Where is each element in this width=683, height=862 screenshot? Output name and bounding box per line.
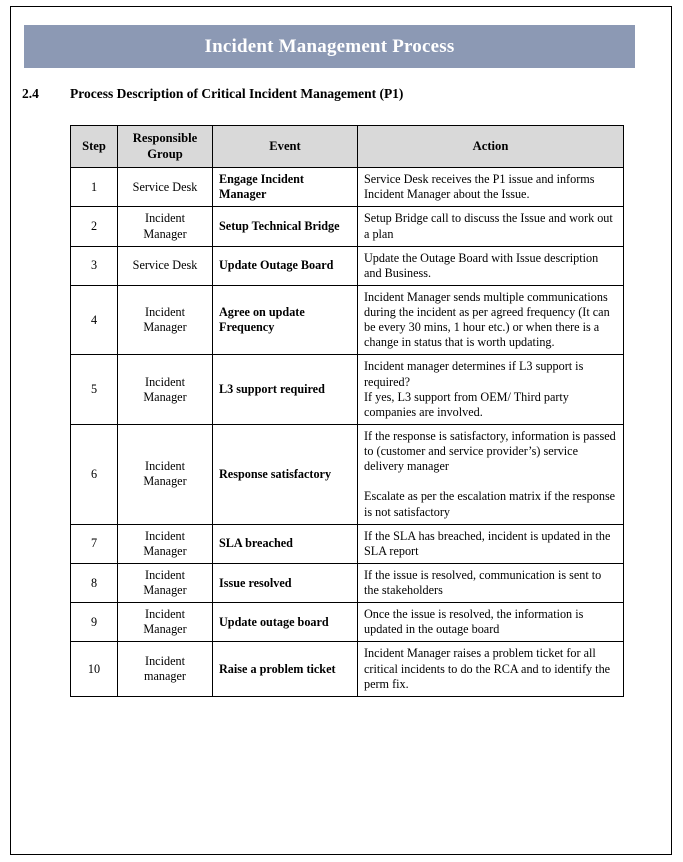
- cell-step: 1: [70, 167, 118, 208]
- cell-step: 7: [70, 523, 118, 564]
- table-row: 6 Incident Manager Response satisfactory If…: [70, 423, 624, 525]
- cell-step: 5: [70, 354, 118, 425]
- cell-event: Update outage board: [212, 602, 358, 643]
- cell-action: Incident Manager raises a problem ticket…: [357, 641, 624, 697]
- cell-responsible-group: Incident Manager: [117, 423, 213, 525]
- column-header-responsible-group-line2: Group: [147, 146, 183, 161]
- cell-responsible-group: Incident Manager: [117, 206, 213, 247]
- cell-event: Setup Technical Bridge: [212, 206, 358, 247]
- table-header: Step Responsible Group Event Action: [70, 124, 624, 169]
- cell-responsible-group: Service Desk: [117, 245, 213, 286]
- cell-event: Update Outage Board: [212, 245, 358, 286]
- column-header-responsible-group-line1: Responsible: [132, 131, 198, 145]
- cell-action: Service Desk receives the P1 issue and i…: [357, 167, 624, 208]
- table-body: 1 Service Desk Engage Incident Manager Serv…: [70, 167, 624, 697]
- cell-responsible-group: Incident Manager: [117, 284, 213, 356]
- document-banner: Incident Management Process: [24, 25, 635, 68]
- cell-step: 4: [70, 284, 118, 356]
- cell-responsible-group: Service Desk: [117, 167, 213, 208]
- table-row: 9 Incident Manager Update outage board Once…: [70, 602, 624, 643]
- cell-step: 6: [70, 423, 118, 525]
- section-title: Process Description of Critical Incident…: [70, 86, 404, 101]
- cell-event: L3 support required: [212, 354, 358, 425]
- table-row: 8 Incident Manager Issue resolved If the is…: [70, 562, 624, 604]
- table-row: 5 Incident Manager L3 support required Inci…: [70, 354, 624, 425]
- cell-step: 9: [70, 602, 118, 643]
- section-number: 2.4: [22, 86, 39, 101]
- banner-title: Incident Management Process: [204, 35, 455, 57]
- cell-action: Incident manager determines if L3 suppor…: [357, 354, 624, 425]
- cell-event: Issue resolved: [212, 562, 358, 604]
- column-header-event: Event: [212, 124, 358, 169]
- table-row: 7 Incident Manager SLA breached If the SLA …: [70, 523, 624, 564]
- cell-event: Agree on update Frequency: [212, 284, 358, 356]
- cell-step: 8: [70, 562, 118, 604]
- cell-step: 3: [70, 245, 118, 286]
- table-row: 4 Incident Manager Agree on update Frequen…: [70, 284, 624, 356]
- cell-responsible-group: Incident Manager: [117, 354, 213, 425]
- cell-action: Once the issue is resolved, the informat…: [357, 602, 624, 643]
- process-description-table: Step Responsible Group Event Action 1 Ser…: [70, 124, 624, 697]
- document-page: Incident Management Process 2.4 Process …: [10, 6, 672, 855]
- cell-event: Engage Incident Manager: [212, 167, 358, 208]
- table-row: 1 Service Desk Engage Incident Manager Serv…: [70, 167, 624, 208]
- cell-event: SLA breached: [212, 523, 358, 564]
- column-header-step: Step: [70, 124, 118, 169]
- cell-step: 10: [70, 641, 118, 697]
- cell-action: Incident Manager sends multiple communic…: [357, 284, 624, 356]
- section-heading: 2.4 Process Description of Critical Inci…: [22, 86, 642, 102]
- cell-responsible-group: Incident Manager: [117, 523, 213, 564]
- cell-step: 2: [70, 206, 118, 247]
- cell-action: Update the Outage Board with Issue descr…: [357, 245, 624, 286]
- cell-event: Raise a problem ticket: [212, 641, 358, 697]
- cell-action: Setup Bridge call to discuss the Issue a…: [357, 206, 624, 247]
- table-row: 3 Service Desk Update Outage Board Update t…: [70, 245, 624, 286]
- cell-action: If the response is satisfactory, informa…: [357, 423, 624, 525]
- table-row: 2 Incident Manager Setup Technical Bridge S…: [70, 206, 624, 247]
- column-header-responsible-group: Responsible Group: [117, 124, 213, 169]
- cell-event: Response satisfactory: [212, 423, 358, 525]
- cell-responsible-group: Incident Manager: [117, 562, 213, 604]
- cell-action: If the issue is resolved, communication …: [357, 562, 624, 604]
- table-row: 10 Incident manager Raise a problem ticket…: [70, 641, 624, 697]
- table-header-row: Step Responsible Group Event Action: [70, 124, 624, 169]
- cell-responsible-group: Incident Manager: [117, 602, 213, 643]
- cell-action: If the SLA has breached, incident is upd…: [357, 523, 624, 564]
- column-header-action: Action: [357, 124, 624, 169]
- cell-responsible-group: Incident manager: [117, 641, 213, 697]
